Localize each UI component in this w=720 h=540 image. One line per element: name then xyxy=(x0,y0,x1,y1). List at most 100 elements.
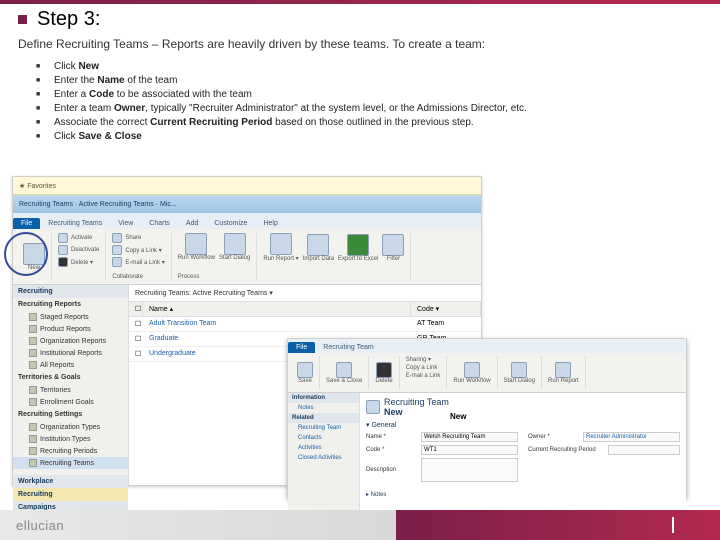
nav-item[interactable]: Institution Types xyxy=(13,433,128,445)
report-button[interactable]: Run Report xyxy=(542,356,586,389)
workflow-button[interactable]: Run Workflow xyxy=(447,356,497,389)
code-col[interactable]: Code ▾ xyxy=(411,302,481,316)
nav-item[interactable]: Institutional Reports xyxy=(13,347,128,359)
activate-button[interactable]: Activate xyxy=(58,233,99,243)
sub-nav-item[interactable]: Activities xyxy=(288,443,359,453)
nav-item[interactable]: Recruiting Periods xyxy=(13,445,128,457)
checkbox-col[interactable]: ☐ xyxy=(129,302,143,316)
desc-label: Description xyxy=(366,467,421,473)
deactivate-button[interactable]: Deactivate xyxy=(58,245,99,255)
owner-field[interactable]: Recruiter Administrator xyxy=(583,432,680,442)
sub-nav-item[interactable]: Recruiting Team xyxy=(288,423,359,433)
sub-nav-info[interactable]: Information xyxy=(288,393,359,403)
nav-recruiting[interactable]: Recruiting xyxy=(13,488,128,501)
filter-button[interactable]: Filter xyxy=(382,233,404,262)
copy-link-button[interactable]: Copy a Link ▾ xyxy=(112,245,164,255)
code-field[interactable]: WT1 xyxy=(421,445,518,455)
bullet-item: Enter a Code to be associated with the t… xyxy=(54,89,702,100)
nav-group-reports[interactable]: Recruiting Reports xyxy=(13,298,128,311)
delete-button[interactable]: Delete ▾ xyxy=(58,257,99,267)
new-button[interactable]: New xyxy=(17,233,52,280)
email-link-button[interactable]: E-mail a Link ▾ xyxy=(112,257,164,267)
share-button[interactable]: Share xyxy=(112,233,164,243)
dialog-button[interactable]: Start Dialog xyxy=(498,356,542,389)
favorites-bar[interactable]: ★ Favorites xyxy=(13,177,481,195)
delete-button[interactable]: Delete xyxy=(369,356,399,389)
nav-group-settings[interactable]: Recruiting Settings xyxy=(13,408,128,421)
nav-item[interactable]: Organization Reports xyxy=(13,335,128,347)
tab-file[interactable]: File xyxy=(13,218,40,229)
ribbon-group-data: Run Report ▾ Import Data Export to Excel… xyxy=(257,233,411,280)
footer: ellucian xyxy=(0,510,720,540)
folder-icon xyxy=(29,325,37,333)
bullet-item: Associate the correct Current Recruiting… xyxy=(54,117,702,128)
export-button[interactable]: Export to Excel xyxy=(338,233,378,262)
nav-item[interactable]: All Reports xyxy=(13,359,128,371)
run-report-button[interactable]: Run Report ▾ xyxy=(263,233,298,262)
copy-link-button[interactable]: Copy a Link xyxy=(406,365,441,371)
nav-item[interactable]: Staged Reports xyxy=(13,311,128,323)
nav-workplace[interactable]: Workplace xyxy=(13,475,128,488)
nav-item[interactable]: Territories xyxy=(13,384,128,396)
tab-help[interactable]: Help xyxy=(255,218,285,229)
import-button[interactable]: Import Data xyxy=(303,233,334,262)
save-close-button[interactable]: Save & Close xyxy=(320,356,369,389)
intro-text: Define Recruiting Teams – Reports are he… xyxy=(18,37,702,51)
dialog-icon xyxy=(224,233,246,255)
period-field-row: Current Recruiting Period xyxy=(528,445,680,455)
tab-recruiting-teams[interactable]: Recruiting Teams xyxy=(40,218,110,229)
save-button[interactable]: Save xyxy=(291,356,320,389)
sub-nav-item[interactable]: Contacts xyxy=(288,433,359,443)
run-workflow-button[interactable]: Run Workflow xyxy=(178,233,215,261)
import-icon xyxy=(307,234,329,256)
detail-window: File Recruiting Team Save Save & Close D… xyxy=(287,338,687,498)
code-field-row: Code *WT1 xyxy=(366,445,518,455)
goals-icon xyxy=(29,398,37,406)
grid-breadcrumb[interactable]: Recruiting Teams: Active Recruiting Team… xyxy=(129,285,481,301)
desc-field-row: Description xyxy=(366,458,518,482)
nav-top[interactable]: Recruiting xyxy=(13,285,128,298)
section-general[interactable]: ▾ General xyxy=(366,421,680,429)
sub-tab-file[interactable]: File xyxy=(288,342,315,353)
nav-group-territories[interactable]: Territories & Goals xyxy=(13,371,128,384)
bullet-item: Click Save & Close xyxy=(54,131,702,142)
footer-divider-icon xyxy=(672,517,674,533)
start-dialog-button[interactable]: Start Dialog xyxy=(219,233,250,261)
desc-field[interactable] xyxy=(421,458,518,482)
tab-charts[interactable]: Charts xyxy=(141,218,178,229)
period-field[interactable] xyxy=(608,445,680,455)
sharing-button[interactable]: Sharing ▾ xyxy=(406,356,441,363)
nav-item[interactable]: Product Reports xyxy=(13,323,128,335)
tab-customize[interactable]: Customize xyxy=(206,218,255,229)
ribbon-tabs: File Recruiting Teams View Charts Add Cu… xyxy=(13,213,481,229)
name-col[interactable]: Name ▴ xyxy=(143,302,411,316)
delete-icon xyxy=(58,257,68,267)
workflow-icon xyxy=(185,233,207,255)
nav-item[interactable]: Organization Types xyxy=(13,421,128,433)
deactivate-icon xyxy=(58,245,68,255)
excel-icon xyxy=(347,234,369,256)
nav-item[interactable]: Enrollment Goals xyxy=(13,396,128,408)
sub-nav-item[interactable]: Closed Activities xyxy=(288,453,359,463)
name-field[interactable]: Welsh Recruiting Team xyxy=(421,432,518,442)
sub-nav: Information Notes Related Recruiting Tea… xyxy=(288,393,360,511)
workflow-icon xyxy=(464,362,480,378)
sub-nav-related[interactable]: Related xyxy=(288,413,359,423)
tab-add[interactable]: Add xyxy=(178,218,206,229)
sub-nav-notes[interactable]: Notes xyxy=(288,403,359,413)
sub-ribbon-tabs: File Recruiting Team xyxy=(288,339,686,353)
save-icon xyxy=(297,362,313,378)
bullet-item: Enter a team Owner, typically "Recruiter… xyxy=(54,103,702,114)
ribbon-group-records: Activate Deactivate Delete ▾ xyxy=(52,233,106,280)
notes-section[interactable]: ▸ Notes xyxy=(366,491,680,498)
org-icon xyxy=(29,423,37,431)
sub-tab-team[interactable]: Recruiting Team xyxy=(315,342,381,353)
table-row[interactable]: ☐Adult Transition TeamAT Team xyxy=(129,317,481,332)
period-icon xyxy=(29,447,37,455)
nav-item-teams[interactable]: Recruiting Teams xyxy=(13,457,128,469)
window-titlebar: Recruiting Teams · Active Recruiting Tea… xyxy=(13,195,481,213)
tab-view[interactable]: View xyxy=(110,218,141,229)
folder-icon xyxy=(29,361,37,369)
step-title: Step 3: xyxy=(37,8,100,31)
email-link-button[interactable]: E-mail a Link xyxy=(406,373,441,379)
